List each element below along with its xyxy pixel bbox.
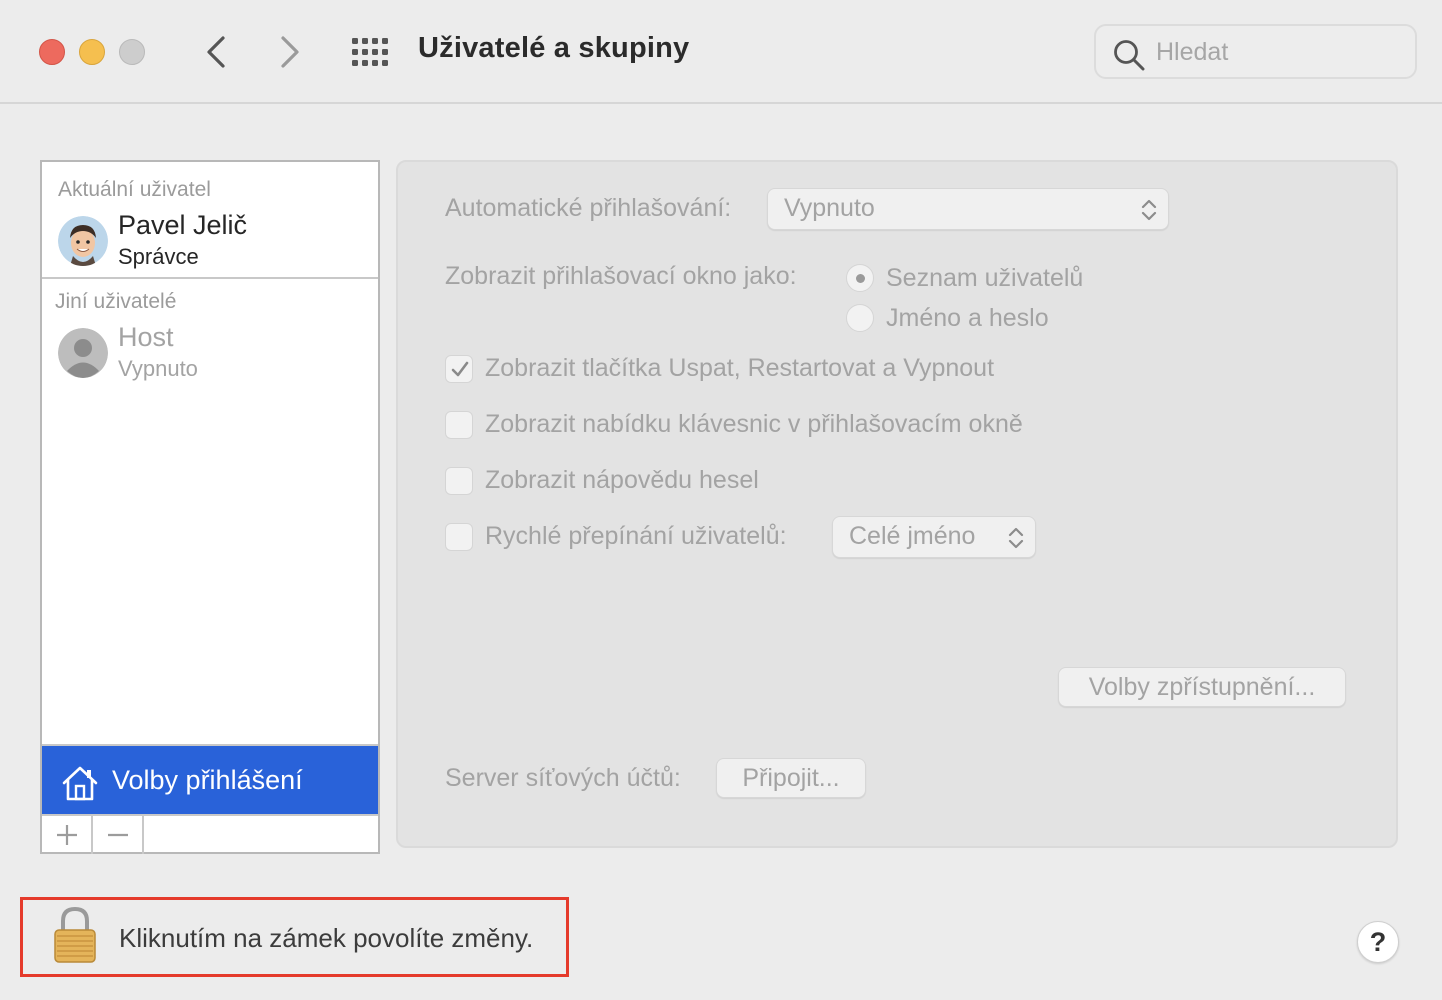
fast-switch-popup[interactable]: Celé jméno [832,516,1036,558]
checkbox-keyboard-menu-label: Zobrazit nabídku klávesnic v přihlašovac… [485,410,1023,438]
add-user-button[interactable] [42,816,93,854]
lock-icon [54,906,96,963]
current-user-header: Aktuální uživatel [58,178,211,201]
chevron-updown-icon [1141,199,1157,221]
window-title: Uživatelé a skupiny [418,32,690,64]
avatar [58,216,108,266]
radio-name-password-label: Jméno a heslo [886,304,1049,332]
display-login-label: Zobrazit přihlašovací okno jako: [445,262,797,290]
forward-button[interactable] [270,30,310,74]
plus-icon [57,825,77,845]
remove-user-button[interactable] [93,816,144,854]
fast-switch-value: Celé jméno [849,522,976,550]
zoom-window-button[interactable] [119,39,145,65]
list-footer [42,814,378,854]
house-icon [62,766,98,801]
radio-name-password[interactable] [846,304,874,332]
search-icon [1114,40,1145,71]
lock-highlight[interactable]: Kliknutím na zámek povolíte změny. [20,897,569,977]
checkbox-password-hints[interactable] [445,467,473,495]
login-options-label: Volby přihlášení [112,765,303,795]
close-window-button[interactable] [39,39,65,65]
lock-text: Kliknutím na zámek povolíte změny. [119,923,534,953]
divider [42,277,378,279]
checkbox-show-buttons[interactable] [445,355,473,383]
show-all-button[interactable] [350,36,390,68]
help-button[interactable]: ? [1357,921,1399,963]
checkbox-show-buttons-label: Zobrazit tlačítka Uspat, Restartovat a V… [485,354,995,382]
chevron-left-icon [207,36,225,68]
login-options-panel: Automatické přihlašování: Vypnuto Zobraz… [396,160,1398,848]
guest-user-name: Host [118,322,174,352]
memoji-avatar-icon [58,216,108,266]
chevron-right-icon [281,36,299,68]
checkmark-icon [451,361,469,377]
checkbox-fast-switching-label: Rychlé přepínání uživatelů: [485,522,787,550]
system-preferences-window: Uživatelé a skupiny Aktuální uživatel [0,0,1442,1000]
current-user-role: Správce [118,244,199,269]
checkbox-keyboard-menu[interactable] [445,411,473,439]
accessibility-options-button[interactable]: Volby zpřístupnění... [1058,667,1346,707]
search-field[interactable] [1094,24,1417,79]
auto-login-label: Automatické přihlašování: [445,194,732,222]
network-server-label: Server síťových účtů: [445,764,681,792]
toolbar: Uživatelé a skupiny [0,0,1442,104]
current-user-name: Pavel Jelič [118,210,248,240]
chevron-updown-icon [1008,527,1024,549]
guest-user-status: Vypnuto [118,356,198,381]
auto-login-popup[interactable]: Vypnuto [767,188,1169,230]
radio-user-list-label: Seznam uživatelů [886,264,1084,292]
login-options-item[interactable]: Volby přihlášení [42,744,378,814]
back-button[interactable] [196,30,236,74]
connect-button[interactable]: Připojit... [716,758,866,798]
search-input[interactable] [1156,35,1406,69]
minus-icon [108,833,128,837]
user-row-guest[interactable]: Host Vypnuto [42,322,378,390]
checkbox-password-hints-label: Zobrazit nápovědu hesel [485,466,759,494]
avatar [58,328,108,378]
guest-avatar-icon [58,328,108,378]
user-row-current[interactable]: Pavel Jelič Správce [42,210,378,278]
user-list: Aktuální uživatel Pavel Jelič Správce Ji… [40,160,380,854]
radio-user-list[interactable] [846,264,874,292]
minimize-window-button[interactable] [79,39,105,65]
checkbox-fast-switching[interactable] [445,523,473,551]
other-users-header: Jiní uživatelé [55,290,177,313]
grid-icon [352,38,388,66]
auto-login-value: Vypnuto [784,194,875,222]
